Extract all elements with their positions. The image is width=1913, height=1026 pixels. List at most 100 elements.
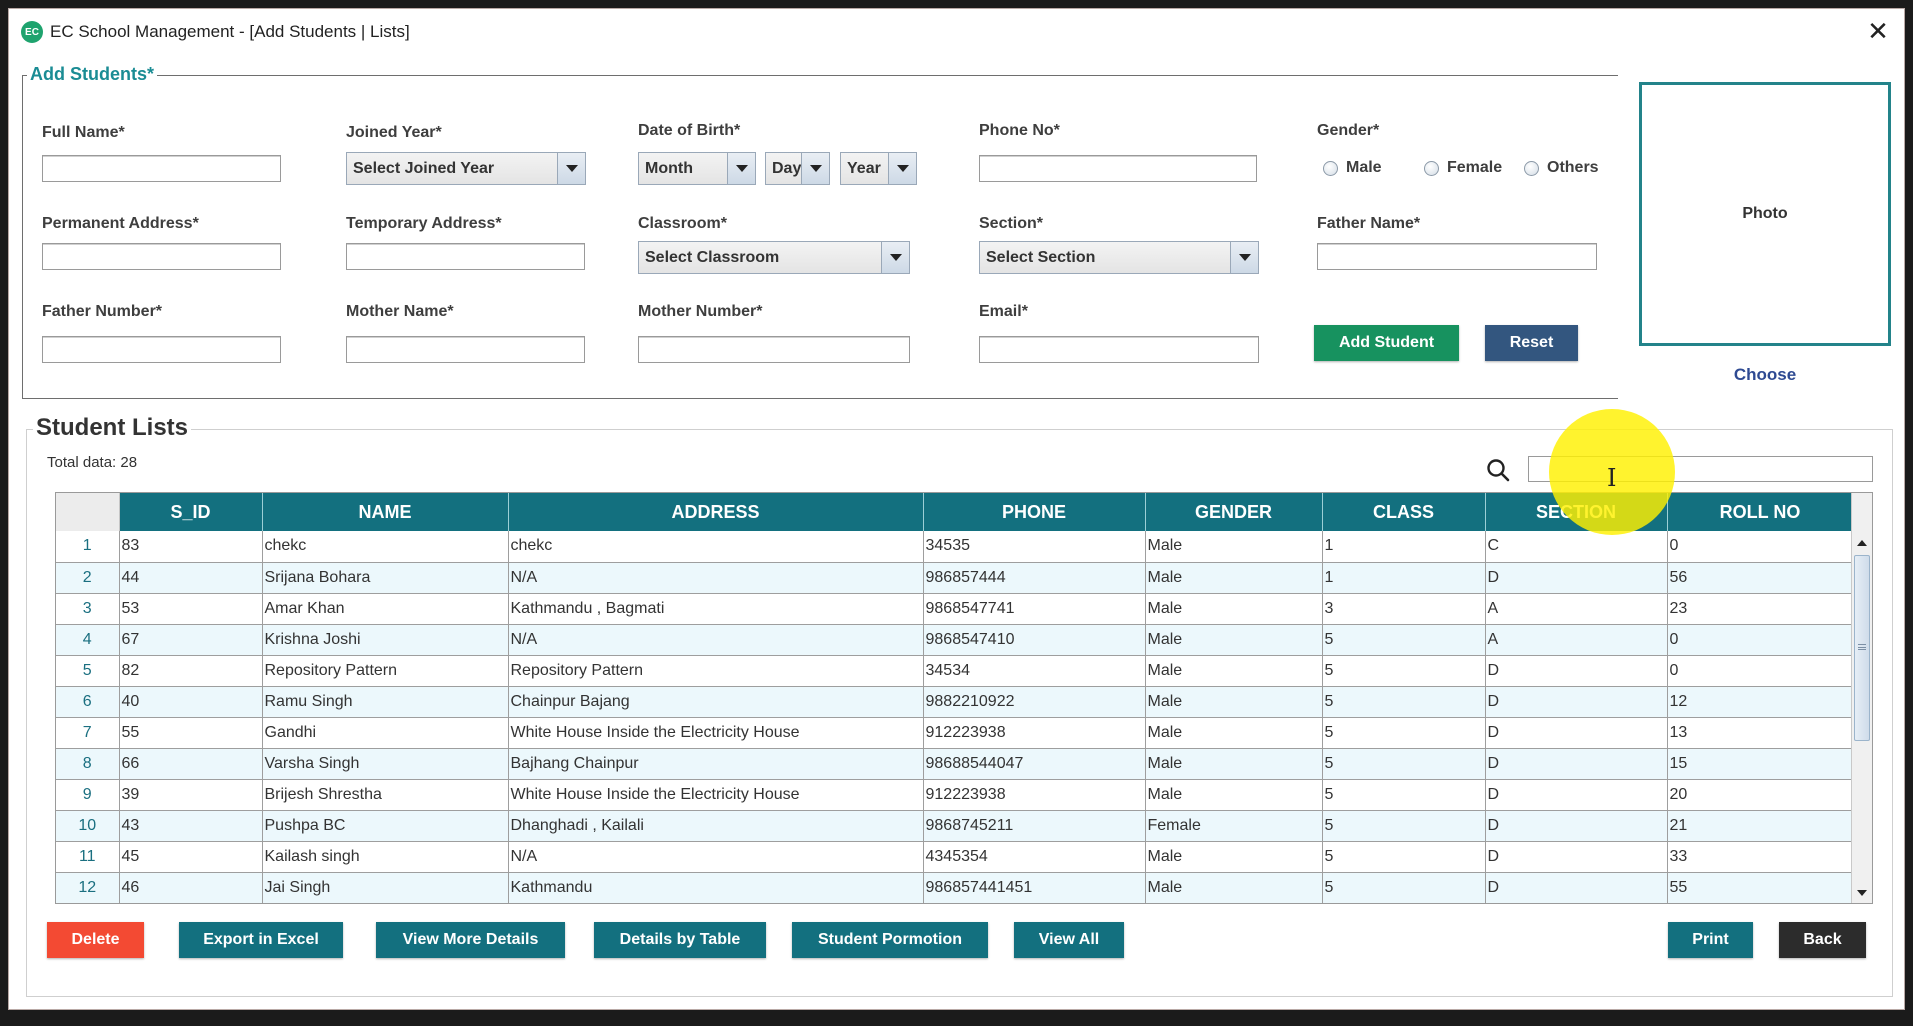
details-by-table-button[interactable]: Details by Table <box>594 922 766 958</box>
export-excel-button[interactable]: Export in Excel <box>179 922 343 958</box>
cell-s-id[interactable]: 82 <box>119 655 263 687</box>
cell-name[interactable]: chekc <box>262 531 509 563</box>
cell-class[interactable]: 5 <box>1322 686 1486 718</box>
cell-roll-no[interactable]: 0 <box>1667 624 1854 656</box>
cell-roll-no[interactable]: 23 <box>1667 593 1854 625</box>
back-button[interactable]: Back <box>1779 922 1866 958</box>
cell-address[interactable]: N/A <box>508 562 924 594</box>
permanent-address-input[interactable] <box>42 243 281 270</box>
cell-section[interactable]: A <box>1485 624 1668 656</box>
section-select[interactable]: Select Section <box>979 241 1259 274</box>
column-header-class[interactable]: CLASS <box>1322 493 1486 531</box>
table-row[interactable]: 6 40 Ramu Singh Chainpur Bajang 9882210922 Ma… <box>56 686 1854 718</box>
cell-class[interactable]: 5 <box>1322 624 1486 656</box>
table-row[interactable]: 9 39 Brijesh Shrestha White House Inside th… <box>56 779 1854 811</box>
view-all-button[interactable]: View All <box>1014 922 1124 958</box>
radio-circle-icon[interactable] <box>1424 160 1439 176</box>
column-header-section[interactable]: SECTION <box>1485 493 1668 531</box>
cell-s-id[interactable]: 45 <box>119 841 263 873</box>
table-row[interactable]: 10 43 Pushpa BC Dhanghadi , Kailali 98687452… <box>56 810 1854 842</box>
cell-class[interactable]: 1 <box>1322 562 1486 594</box>
cell-address[interactable]: Kathmandu <box>508 872 924 903</box>
cell-address[interactable]: chekc <box>508 531 924 563</box>
close-button[interactable]: ✕ <box>1864 17 1892 45</box>
search-icon[interactable] <box>1485 457 1511 483</box>
column-header-roll-no[interactable]: ROLL NO <box>1667 493 1854 531</box>
cell-phone[interactable]: 4345354 <box>923 841 1146 873</box>
mother-name-input[interactable] <box>346 336 585 363</box>
classroom-select[interactable]: Select Classroom <box>638 241 910 274</box>
chevron-down-icon[interactable] <box>1230 242 1258 273</box>
delete-button[interactable]: Delete <box>47 922 144 958</box>
cell-address[interactable]: Repository Pattern <box>508 655 924 687</box>
choose-photo-link[interactable]: Choose <box>1639 365 1891 385</box>
cell-address[interactable]: Chainpur Bajang <box>508 686 924 718</box>
cell-s-id[interactable]: 39 <box>119 779 263 811</box>
joined-year-select[interactable]: Select Joined Year <box>346 152 586 185</box>
cell-address[interactable]: N/A <box>508 624 924 656</box>
cell-class[interactable]: 5 <box>1322 810 1486 842</box>
table-row[interactable]: 7 55 Gandhi White House Inside the Electric… <box>56 717 1854 749</box>
dob-month-select[interactable]: Month <box>638 152 756 185</box>
column-header-name[interactable]: NAME <box>262 493 509 531</box>
full-name-input[interactable] <box>42 155 281 182</box>
radio-circle-icon[interactable] <box>1524 160 1539 176</box>
cell-phone[interactable]: 986857441451 <box>923 872 1146 903</box>
cell-roll-no[interactable]: 20 <box>1667 779 1854 811</box>
student-promotion-button[interactable]: Student Pormotion <box>792 922 988 958</box>
column-header-s-id[interactable]: S_ID <box>119 493 263 531</box>
reset-button[interactable]: Reset <box>1485 325 1578 361</box>
cell-section[interactable]: D <box>1485 779 1668 811</box>
cell-s-id[interactable]: 44 <box>119 562 263 594</box>
temporary-address-input[interactable] <box>346 243 585 270</box>
cell-address[interactable]: Kathmandu , Bagmati <box>508 593 924 625</box>
cell-roll-no[interactable]: 0 <box>1667 531 1854 563</box>
cell-section[interactable]: D <box>1485 717 1668 749</box>
cell-name[interactable]: Krishna Joshi <box>262 624 509 656</box>
gender-radio-female[interactable]: Female <box>1424 159 1502 177</box>
cell-class[interactable]: 5 <box>1322 872 1486 903</box>
cell-name[interactable]: Jai Singh <box>262 872 509 903</box>
cell-address[interactable]: White House Inside the Electricity House <box>508 779 924 811</box>
cell-s-id[interactable]: 46 <box>119 872 263 903</box>
cell-section[interactable]: A <box>1485 593 1668 625</box>
cell-phone[interactable]: 9882210922 <box>923 686 1146 718</box>
cell-name[interactable]: Repository Pattern <box>262 655 509 687</box>
cell-gender[interactable]: Male <box>1145 686 1323 718</box>
cell-section[interactable]: D <box>1485 841 1668 873</box>
cell-address[interactable]: White House Inside the Electricity House <box>508 717 924 749</box>
mother-number-input[interactable] <box>638 336 910 363</box>
cell-roll-no[interactable]: 12 <box>1667 686 1854 718</box>
chevron-down-icon[interactable] <box>888 153 916 184</box>
cell-roll-no[interactable]: 0 <box>1667 655 1854 687</box>
cell-section[interactable]: C <box>1485 531 1668 563</box>
scroll-down-arrow-icon[interactable] <box>1852 883 1872 903</box>
cell-roll-no[interactable]: 56 <box>1667 562 1854 594</box>
cell-name[interactable]: Varsha Singh <box>262 748 509 780</box>
cell-gender[interactable]: Male <box>1145 872 1323 903</box>
cell-section[interactable]: D <box>1485 655 1668 687</box>
cell-gender[interactable]: Male <box>1145 624 1323 656</box>
cell-roll-no[interactable]: 33 <box>1667 841 1854 873</box>
table-row[interactable]: 12 46 Jai Singh Kathmandu 986857441451 Male 5 D… <box>56 872 1854 903</box>
cell-class[interactable]: 5 <box>1322 841 1486 873</box>
gender-radio-male[interactable]: Male <box>1323 159 1382 177</box>
cell-name[interactable]: Kailash singh <box>262 841 509 873</box>
column-header-phone[interactable]: PHONE <box>923 493 1146 531</box>
cell-address[interactable]: N/A <box>508 841 924 873</box>
cell-roll-no[interactable]: 55 <box>1667 872 1854 903</box>
dob-year-select[interactable]: Year <box>840 152 917 185</box>
cell-s-id[interactable]: 53 <box>119 593 263 625</box>
table-row[interactable]: 2 44 Srijana Bohara N/A 986857444 Male 1 D 56 <box>56 562 1854 594</box>
table-row[interactable]: 1 83 chekc chekc 34535 Male 1 C 0 <box>56 531 1854 563</box>
cell-name[interactable]: Ramu Singh <box>262 686 509 718</box>
cell-phone[interactable]: 9868547741 <box>923 593 1146 625</box>
add-student-button[interactable]: Add Student <box>1314 325 1459 361</box>
cell-roll-no[interactable]: 15 <box>1667 748 1854 780</box>
cell-class[interactable]: 5 <box>1322 717 1486 749</box>
cell-roll-no[interactable]: 13 <box>1667 717 1854 749</box>
cell-s-id[interactable]: 55 <box>119 717 263 749</box>
phone-no-input[interactable] <box>979 155 1257 182</box>
column-header-gender[interactable]: GENDER <box>1145 493 1323 531</box>
table-row[interactable]: 8 66 Varsha Singh Bajhang Chainpur 986885440… <box>56 748 1854 780</box>
